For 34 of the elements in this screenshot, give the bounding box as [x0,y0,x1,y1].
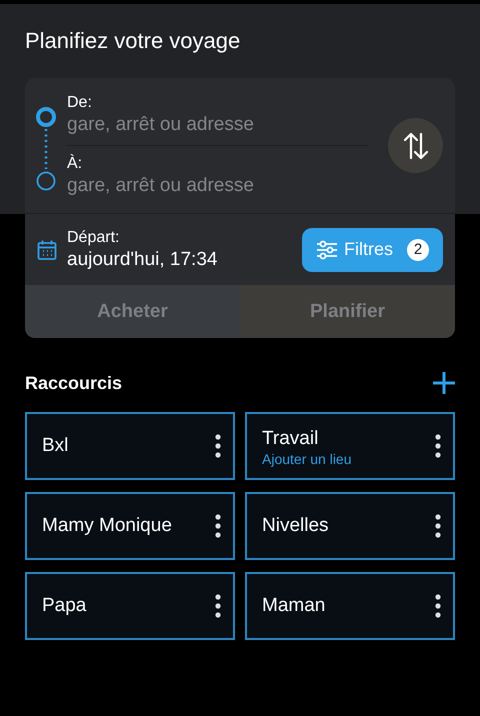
sliders-icon [316,240,338,260]
shortcut-tile[interactable]: Maman [245,572,455,640]
more-icon [435,594,441,618]
more-icon [215,434,221,458]
field-label: De: [67,93,93,113]
shortcut-name: Mamy Monique [42,514,173,538]
section-title: Raccourcis [25,372,122,394]
shortcut-tile[interactable]: Mamy Monique [25,492,235,560]
swap-icon [402,132,428,160]
shortcut-tile[interactable]: Papa [25,572,235,640]
location-input[interactable]: gare, arrêt ou adresse [67,174,368,198]
page-title: Planifiez votre voyage [25,28,242,54]
calendar-icon [37,238,57,260]
shortcut-name: Nivelles [262,514,330,538]
more-icon [435,434,441,458]
shortcut-name: Papa [42,594,88,618]
departure-label: Départ: [67,228,120,248]
add-icon[interactable] [433,372,455,394]
more-icon [215,514,221,538]
shortcut-name: Bxl [42,434,70,458]
shortcut-tile[interactable]: Travail Ajouter un lieu [245,412,455,480]
location-input[interactable]: gare, arrêt ou adresse [67,113,368,137]
more-icon [215,594,221,618]
filter-count-badge: 2 [407,238,429,260]
shortcut-tile[interactable]: Bxl [25,412,235,480]
filters-button[interactable]: Filtres 2 [302,228,443,272]
shortcut-tile[interactable]: Nivelles [245,492,455,560]
connector-line [44,128,48,168]
field-label: À: [67,154,84,174]
shortcut-name: Travail [262,426,320,450]
shortcut-name: Maman [262,594,326,618]
add-place-link[interactable]: Ajouter un lieu [262,452,429,466]
more-icon [435,514,441,538]
departure-time[interactable]: aujourd'hui, 17:34 [67,248,302,272]
